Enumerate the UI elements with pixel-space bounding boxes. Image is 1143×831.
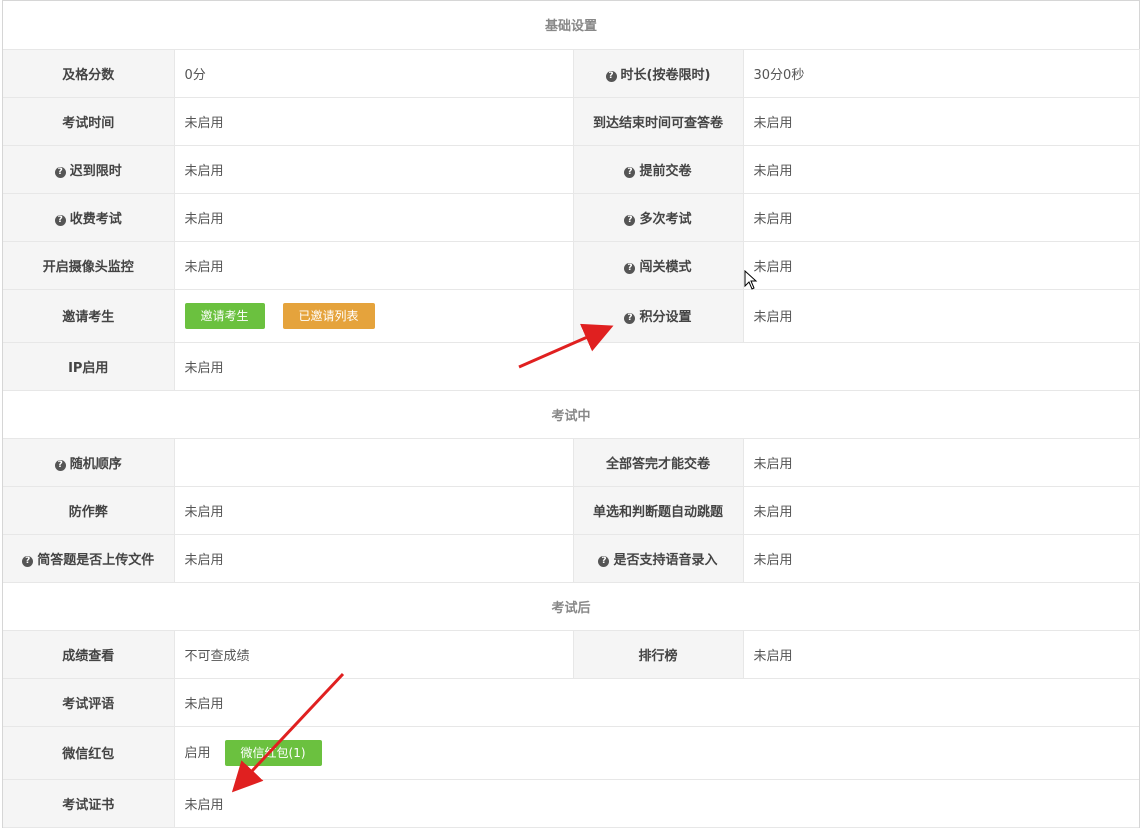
table-row: 及格分数 0分 ? 时长(按卷限时) 30分0秒 [3, 49, 1140, 98]
table-row: 成绩查看 不可查成绩 排行榜 未启用 [3, 630, 1140, 679]
question-icon[interactable]: ? [605, 70, 617, 82]
certificate-value: 未启用 [174, 779, 1140, 828]
ip-label: IP启用 [3, 342, 175, 391]
paid-exam-label: ? 收费考试 [3, 193, 175, 242]
early-submit-label: ? 提前交卷 [573, 145, 744, 194]
wechat-redpacket-label: 微信红包 [3, 726, 175, 780]
section-after: 考试后 [3, 582, 1140, 631]
table-row: 开启摄像头监控 未启用 ? 闯关模式 未启用 [3, 241, 1140, 290]
wechat-redpacket-status: 启用 [184, 745, 211, 761]
voice-input-label: ? 是否支持语音录入 [573, 534, 744, 583]
multi-exam-value: 未启用 [743, 193, 1140, 242]
invite-actions: 邀请考生 已邀请列表 [174, 289, 574, 343]
leaderboard-label: 排行榜 [573, 630, 744, 679]
question-icon[interactable]: ? [54, 166, 66, 178]
table-row: 防作弊 未启用 单选和判断题自动跳题 未启用 [3, 486, 1140, 535]
finish-all-label: 全部答完才能交卷 [573, 438, 744, 487]
table-row: 邀请考生 邀请考生 已邀请列表 ? 积分设置 未启用 [3, 289, 1140, 343]
view-answers-value: 未启用 [743, 97, 1140, 146]
exam-settings-panel: 基础设置 及格分数 0分 ? 时长(按卷限时) 30分0秒 考试时间 未启用 到达… [2, 0, 1140, 828]
table-row: 考试时间 未启用 到达结束时间可查答卷 未启用 [3, 97, 1140, 146]
leaderboard-value: 未启用 [743, 630, 1140, 679]
invited-list-button[interactable]: 已邀请列表 [282, 302, 375, 329]
level-mode-label: ? 闯关模式 [573, 241, 744, 290]
camera-monitor-value: 未启用 [174, 241, 574, 290]
section-basic: 基础设置 [3, 1, 1140, 50]
table-row: ? 随机顺序 全部答完才能交卷 未启用 [3, 438, 1140, 487]
table-row: IP启用 未启用 [3, 342, 1140, 391]
settings-table: 基础设置 及格分数 0分 ? 时长(按卷限时) 30分0秒 考试时间 未启用 到达… [3, 1, 1140, 828]
question-icon[interactable]: ? [624, 166, 636, 178]
exam-time-value: 未启用 [174, 97, 574, 146]
question-icon[interactable]: ? [54, 459, 66, 471]
section-title-basic: 基础设置 [3, 1, 1140, 50]
ip-value: 未启用 [174, 342, 1140, 391]
table-row: ? 简答题是否上传文件 未启用 ? 是否支持语音录入 未启用 [3, 534, 1140, 583]
section-during: 考试中 [3, 390, 1140, 439]
camera-monitor-label: 开启摄像头监控 [3, 241, 175, 290]
level-mode-value: 未启用 [743, 241, 1140, 290]
invite-candidates-button[interactable]: 邀请考生 [184, 302, 265, 329]
random-order-label: ? 随机顺序 [3, 438, 175, 487]
exam-comment-value: 未启用 [174, 678, 1140, 727]
question-icon[interactable]: ? [22, 555, 34, 567]
pass-score-value: 0分 [174, 49, 574, 98]
late-limit-value: 未启用 [174, 145, 574, 194]
table-row: 考试证书 未启用 [3, 779, 1140, 828]
question-icon[interactable]: ? [598, 555, 610, 567]
upload-file-label: ? 简答题是否上传文件 [3, 534, 175, 583]
paid-exam-value: 未启用 [174, 193, 574, 242]
wechat-redpacket-value: 启用 微信红包(1) [174, 726, 1140, 780]
duration-value: 30分0秒 [743, 49, 1140, 98]
certificate-label: 考试证书 [3, 779, 175, 828]
table-row: ? 收费考试 未启用 ? 多次考试 未启用 [3, 193, 1140, 242]
multi-exam-label: ? 多次考试 [573, 193, 744, 242]
view-answers-label: 到达结束时间可查答卷 [573, 97, 744, 146]
question-icon[interactable]: ? [54, 214, 66, 226]
section-title-during: 考试中 [3, 390, 1140, 439]
anti-cheat-value: 未启用 [174, 486, 574, 535]
exam-comment-label: 考试评语 [3, 678, 175, 727]
pass-score-label: 及格分数 [3, 49, 175, 98]
table-row: 微信红包 启用 微信红包(1) [3, 726, 1140, 780]
duration-label: ? 时长(按卷限时) [573, 49, 744, 98]
score-view-value: 不可查成绩 [174, 630, 574, 679]
random-order-value [174, 438, 574, 487]
question-icon[interactable]: ? [624, 313, 636, 324]
section-title-after: 考试后 [3, 582, 1140, 631]
table-row: ? 迟到限时 未启用 ? 提前交卷 未启用 [3, 145, 1140, 194]
voice-input-value: 未启用 [743, 534, 1140, 583]
cursor-icon [744, 270, 758, 290]
late-limit-label: ? 迟到限时 [3, 145, 175, 194]
anti-cheat-label: 防作弊 [3, 486, 175, 535]
upload-file-value: 未启用 [174, 534, 574, 583]
points-setting-label: ? 积分设置 [573, 289, 744, 343]
finish-all-value: 未启用 [743, 438, 1140, 487]
wechat-redpacket-button[interactable]: 微信红包(1) [224, 739, 322, 766]
auto-skip-value: 未启用 [743, 486, 1140, 535]
question-icon[interactable]: ? [624, 262, 636, 274]
invite-label: 邀请考生 [3, 289, 175, 343]
points-setting-value: 未启用 [743, 289, 1140, 343]
question-icon[interactable]: ? [624, 214, 636, 226]
score-view-label: 成绩查看 [3, 630, 175, 679]
auto-skip-label: 单选和判断题自动跳题 [573, 486, 744, 535]
exam-time-label: 考试时间 [3, 97, 175, 146]
table-row: 考试评语 未启用 [3, 678, 1140, 727]
early-submit-value: 未启用 [743, 145, 1140, 194]
